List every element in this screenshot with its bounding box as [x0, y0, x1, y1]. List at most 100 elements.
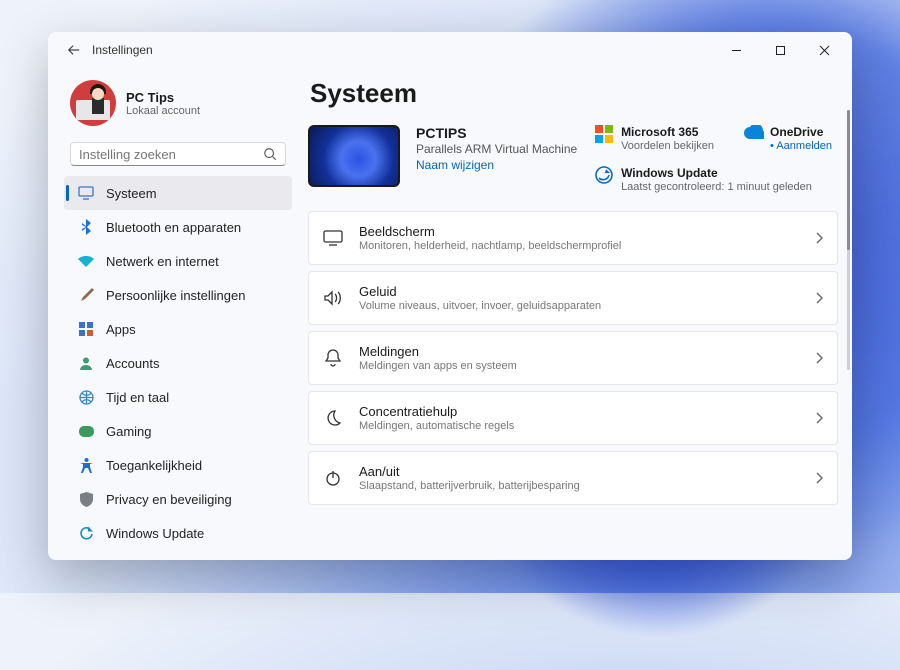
sidebar-item-apps[interactable]: Apps	[64, 312, 292, 346]
close-button[interactable]	[802, 35, 846, 65]
chevron-right-icon	[815, 292, 823, 304]
globe-clock-icon	[78, 389, 94, 405]
card-title: Aan/uit	[359, 464, 580, 479]
card-title: Meldingen	[359, 344, 517, 359]
main-panel: Systeem PCTIPS Parallels ARM Virtual Mac…	[300, 68, 852, 560]
update-icon	[78, 525, 94, 541]
minimize-icon	[731, 45, 742, 56]
card-sound[interactable]: GeluidVolume niveaus, uitvoer, invoer, g…	[308, 271, 838, 325]
display-icon	[323, 228, 343, 248]
sidebar-item-label: Tijd en taal	[106, 390, 169, 405]
card-title: Concentratiehulp	[359, 404, 514, 419]
sidebar-item-label: Systeem	[106, 186, 157, 201]
power-icon	[323, 468, 343, 488]
sidebar-item-accounts[interactable]: Accounts	[64, 346, 292, 380]
promo-title: OneDrive	[770, 125, 832, 139]
bell-icon	[323, 348, 343, 368]
card-power[interactable]: Aan/uitSlaapstand, batterijverbruik, bat…	[308, 451, 838, 505]
device-model: Parallels ARM Virtual Machine	[416, 142, 577, 156]
system-icon	[78, 185, 94, 201]
accounts-icon	[78, 355, 94, 371]
onedrive-icon	[744, 125, 762, 143]
arrow-left-icon	[67, 43, 81, 57]
card-notifications[interactable]: MeldingenMeldingen van apps en systeem	[308, 331, 838, 385]
card-focus-assist[interactable]: ConcentratiehulpMeldingen, automatische …	[308, 391, 838, 445]
sidebar-item-label: Persoonlijke instellingen	[106, 288, 245, 303]
chevron-right-icon	[815, 352, 823, 364]
promo-sub: Voordelen bekijken	[621, 140, 714, 152]
accessibility-icon	[78, 457, 94, 473]
windows-update-icon	[595, 166, 613, 184]
sidebar-item-label: Netwerk en internet	[106, 254, 219, 269]
scrollbar-thumb[interactable]	[847, 110, 850, 250]
promo-title: Microsoft 365	[621, 125, 714, 139]
sound-icon	[323, 288, 343, 308]
search-input[interactable]	[79, 147, 263, 162]
minimize-button[interactable]	[714, 35, 758, 65]
card-display[interactable]: BeeldschermMonitoren, helderheid, nachtl…	[308, 211, 838, 265]
window-title: Instellingen	[92, 43, 153, 57]
settings-window: Instellingen PC Tips Lokaal account	[48, 32, 852, 560]
sidebar-item-label: Privacy en beveiliging	[106, 492, 232, 507]
card-sub: Volume niveaus, uitvoer, invoer, geluids…	[359, 300, 601, 312]
sidebar-item-personalization[interactable]: Persoonlijke instellingen	[64, 278, 292, 312]
chevron-right-icon	[815, 232, 823, 244]
promo-m365[interactable]: Microsoft 365 Voordelen bekijken	[595, 125, 714, 152]
sidebar-item-label: Windows Update	[106, 526, 204, 541]
sidebar-item-accessibility[interactable]: Toegankelijkheid	[64, 448, 292, 482]
titlebar: Instellingen	[48, 32, 852, 68]
bluetooth-icon	[78, 219, 94, 235]
sidebar-item-label: Gaming	[106, 424, 152, 439]
promo-windows-update[interactable]: Windows Update Laatst gecontroleerd: 1 m…	[595, 166, 832, 193]
chevron-right-icon	[815, 412, 823, 424]
page-heading: Systeem	[310, 78, 838, 109]
rename-link[interactable]: Naam wijzigen	[416, 158, 577, 172]
card-sub: Meldingen van apps en systeem	[359, 360, 517, 372]
sidebar: PC Tips Lokaal account Systeem Bluetooth…	[48, 68, 300, 560]
sidebar-item-network[interactable]: Netwerk en internet	[64, 244, 292, 278]
close-icon	[819, 45, 830, 56]
sidebar-item-privacy[interactable]: Privacy en beveiliging	[64, 482, 292, 516]
sidebar-item-gaming[interactable]: Gaming	[64, 414, 292, 448]
device-name: PCTIPS	[416, 125, 577, 141]
profile-block[interactable]: PC Tips Lokaal account	[64, 74, 292, 138]
apps-icon	[78, 321, 94, 337]
search-icon	[263, 147, 277, 161]
back-button[interactable]	[60, 36, 88, 64]
chevron-right-icon	[815, 472, 823, 484]
card-sub: Meldingen, automatische regels	[359, 420, 514, 432]
sidebar-item-time-language[interactable]: Tijd en taal	[64, 380, 292, 414]
maximize-button[interactable]	[758, 35, 802, 65]
sidebar-item-systeem[interactable]: Systeem	[64, 176, 292, 210]
promo-title: Windows Update	[621, 166, 812, 180]
card-title: Geluid	[359, 284, 601, 299]
settings-cards: BeeldschermMonitoren, helderheid, nachtl…	[308, 211, 838, 505]
avatar	[70, 80, 116, 126]
promo-onedrive[interactable]: OneDrive • Aanmelden	[744, 125, 832, 152]
device-info: PCTIPS Parallels ARM Virtual Machine Naa…	[416, 125, 577, 172]
maximize-icon	[775, 45, 786, 56]
card-sub: Monitoren, helderheid, nachtlamp, beelds…	[359, 240, 621, 252]
shield-icon	[78, 491, 94, 507]
moon-icon	[323, 408, 343, 428]
promo-sub: Laatst gecontroleerd: 1 minuut geleden	[621, 181, 812, 193]
sidebar-item-label: Apps	[106, 322, 136, 337]
sidebar-item-bluetooth[interactable]: Bluetooth en apparaten	[64, 210, 292, 244]
gaming-icon	[78, 423, 94, 439]
sidebar-item-label: Bluetooth en apparaten	[106, 220, 241, 235]
wifi-icon	[78, 253, 94, 269]
microsoft-365-icon	[595, 125, 613, 143]
search-box[interactable]	[70, 142, 286, 166]
sidebar-item-label: Toegankelijkheid	[106, 458, 202, 473]
sidebar-nav: Systeem Bluetooth en apparaten Netwerk e…	[64, 176, 292, 550]
hero-row: PCTIPS Parallels ARM Virtual Machine Naa…	[308, 125, 838, 193]
sidebar-item-windows-update[interactable]: Windows Update	[64, 516, 292, 550]
promo-sub: • Aanmelden	[770, 140, 832, 152]
card-sub: Slaapstand, batterijverbruik, batterijbe…	[359, 480, 580, 492]
profile-subtitle: Lokaal account	[126, 105, 200, 117]
device-thumbnail	[308, 125, 400, 187]
sidebar-item-label: Accounts	[106, 356, 159, 371]
paintbrush-icon	[78, 287, 94, 303]
card-title: Beeldscherm	[359, 224, 621, 239]
promo-grid: Microsoft 365 Voordelen bekijken OneDriv…	[595, 125, 838, 193]
